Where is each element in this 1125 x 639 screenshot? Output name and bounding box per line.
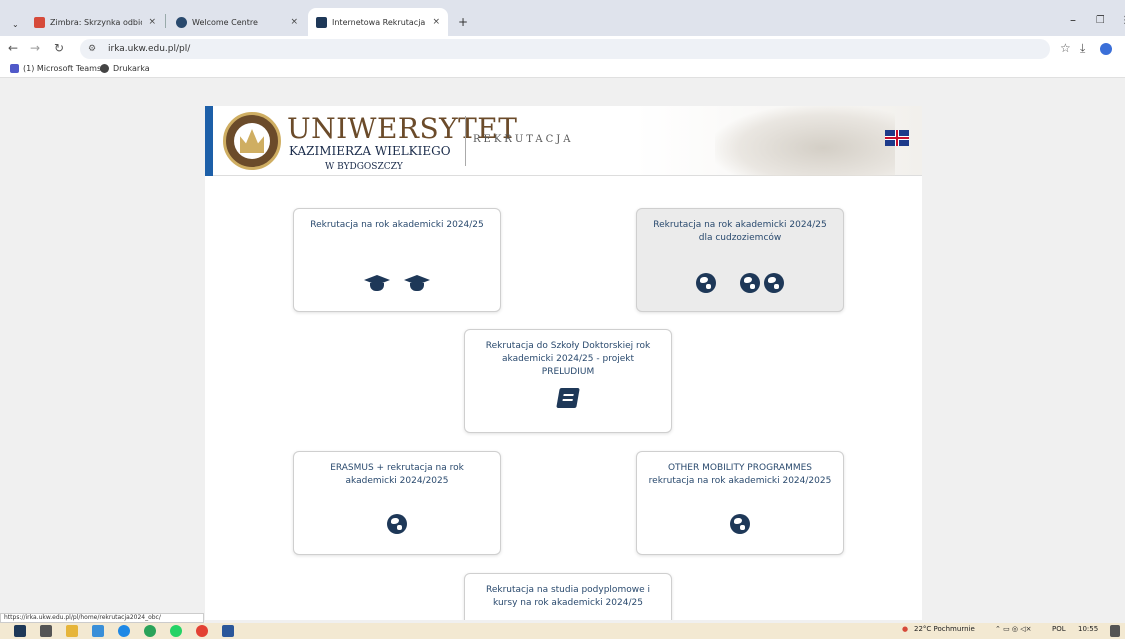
bookmark-drukarka[interactable]: Drukarka <box>100 64 150 73</box>
clock[interactable]: 10:55 <box>1078 625 1098 633</box>
notifications-icon[interactable] <box>1110 625 1120 637</box>
start-icon[interactable] <box>14 625 26 637</box>
globe-icon <box>696 273 716 293</box>
header-divider <box>465 116 466 166</box>
university-logo[interactable] <box>223 112 281 170</box>
tab-label: Internetowa Rekrutacja Kandyd... <box>332 17 426 27</box>
accent-bar <box>205 106 213 176</box>
weather-icon: ● <box>902 625 909 633</box>
card-title: OTHER MOBILITY PROGRAMMES rekrutacja na … <box>648 463 832 486</box>
book-icon <box>556 388 580 408</box>
back-icon[interactable]: ← <box>8 41 18 55</box>
bookmark-teams[interactable]: (1) Microsoft Teams <box>10 64 101 73</box>
globe-icon <box>740 273 760 293</box>
card-title: Rekrutacja na rok akademicki 2024/25 <box>310 220 484 230</box>
restore-icon[interactable]: ❐ <box>1088 6 1104 34</box>
tab-zimbra[interactable]: Zimbra: Skrzynka odbiorcza (1) × <box>26 8 164 36</box>
site-info-icon[interactable]: ⚙ <box>88 39 96 59</box>
close-icon[interactable]: × <box>432 17 440 27</box>
close-icon[interactable]: × <box>148 17 156 27</box>
card-postgraduate[interactable]: Rekrutacja na studia podyplomowe i kursy… <box>464 573 672 620</box>
bookmark-label: Drukarka <box>113 64 150 73</box>
word-icon[interactable] <box>222 625 234 637</box>
language-indicator[interactable]: POL <box>1052 625 1066 633</box>
teams-icon <box>10 64 19 73</box>
graduation-cap-icon <box>364 273 390 293</box>
address-bar-row: ← → ↻ ⚙ irka.ukw.edu.pl/pl/ ☆ ⤓ <box>0 36 1125 62</box>
close-icon[interactable]: × <box>290 17 298 27</box>
tab-label: Welcome Centre <box>192 17 258 27</box>
windows-taskbar: ● 22°C Pochmurnie ⌃ ▭ ◎ ◁× POL 10:55 <box>0 623 1125 639</box>
card-other-mobility[interactable]: OTHER MOBILITY PROGRAMMES rekrutacja na … <box>636 451 844 555</box>
card-doctoral[interactable]: Rekrutacja do Szkoły Doktorskiej rok aka… <box>464 329 672 433</box>
profile-icon[interactable] <box>1100 43 1112 55</box>
reload-icon[interactable]: ↻ <box>54 41 64 55</box>
weather-text[interactable]: 22°C Pochmurnie <box>914 625 975 633</box>
site-header: UNIWERSYTET KAZIMIERZA WIELKIEGO W BYDGO… <box>205 106 922 176</box>
bookmark-label: (1) Microsoft Teams <box>23 64 102 73</box>
url-text: irka.ukw.edu.pl/pl/ <box>108 44 191 54</box>
graduation-cap-icon <box>404 273 430 293</box>
download-icon[interactable]: ⤓ <box>1080 41 1085 56</box>
new-tab-button[interactable]: + <box>450 8 470 36</box>
uk-flag-icon[interactable] <box>885 130 909 146</box>
card-recruitment-2024[interactable]: Rekrutacja na rok akademicki 2024/25 <box>293 208 501 312</box>
university-city: W BYDGOSZCZY <box>325 162 403 172</box>
tab-label: Zimbra: Skrzynka odbiorcza (1) <box>50 17 142 27</box>
university-subtitle: KAZIMIERZA WIELKIEGO <box>289 144 451 158</box>
statue-image <box>715 106 895 176</box>
edge-icon[interactable] <box>144 625 156 637</box>
minimize-icon[interactable]: – <box>1062 6 1078 34</box>
card-title: Rekrutacja na studia podyplomowe i kursy… <box>486 585 650 608</box>
url-field[interactable]: ⚙ irka.ukw.edu.pl/pl/ <box>80 39 1050 59</box>
card-foreigners[interactable]: Rekrutacja na rok akademicki 2024/25 dla… <box>636 208 844 312</box>
chrome-icon[interactable] <box>196 625 208 637</box>
status-bar-url: https://irka.ukw.edu.pl/pl/home/rekrutac… <box>0 613 204 623</box>
globe-icon <box>764 273 784 293</box>
tab-welcome-centre[interactable]: Welcome Centre × <box>168 8 306 36</box>
page-content: UNIWERSYTET KAZIMIERZA WIELKIEGO W BYDGO… <box>205 106 922 620</box>
card-title: Rekrutacja na rok akademicki 2024/25 dla… <box>653 220 827 243</box>
tab-irka[interactable]: Internetowa Rekrutacja Kandyd... × <box>308 8 448 36</box>
card-title: ERASMUS + rekrutacja na rok akademicki 2… <box>330 463 464 486</box>
globe-icon <box>176 16 187 28</box>
globe-icon <box>387 514 407 534</box>
card-title: Rekrutacja do Szkoły Doktorskiej rok aka… <box>485 341 651 377</box>
irka-icon <box>316 16 327 28</box>
tray-icons[interactable]: ⌃ ▭ ◎ ◁× <box>995 625 1032 633</box>
browser-tab-bar: ⌄ Zimbra: Skrzynka odbiorcza (1) × Welco… <box>0 0 1125 36</box>
whatsapp-icon[interactable] <box>170 625 182 637</box>
task-view-icon[interactable] <box>40 625 52 637</box>
forward-icon[interactable]: → <box>30 41 40 55</box>
skype-icon[interactable] <box>118 625 130 637</box>
globe-icon <box>730 514 750 534</box>
printer-icon <box>100 64 109 73</box>
file-explorer-icon[interactable] <box>66 625 78 637</box>
more-icon[interactable]: ⋮ <box>1112 6 1125 34</box>
app-icon[interactable] <box>92 625 104 637</box>
tab-search-icon[interactable]: ⌄ <box>4 10 22 38</box>
card-erasmus[interactable]: ERASMUS + rekrutacja na rok akademicki 2… <box>293 451 501 555</box>
section-title: REKRUTACJA <box>473 134 574 145</box>
zimbra-icon <box>34 16 45 28</box>
star-icon[interactable]: ☆ <box>1060 41 1071 55</box>
bookmarks-bar: (1) Microsoft Teams Drukarka <box>0 62 1125 78</box>
